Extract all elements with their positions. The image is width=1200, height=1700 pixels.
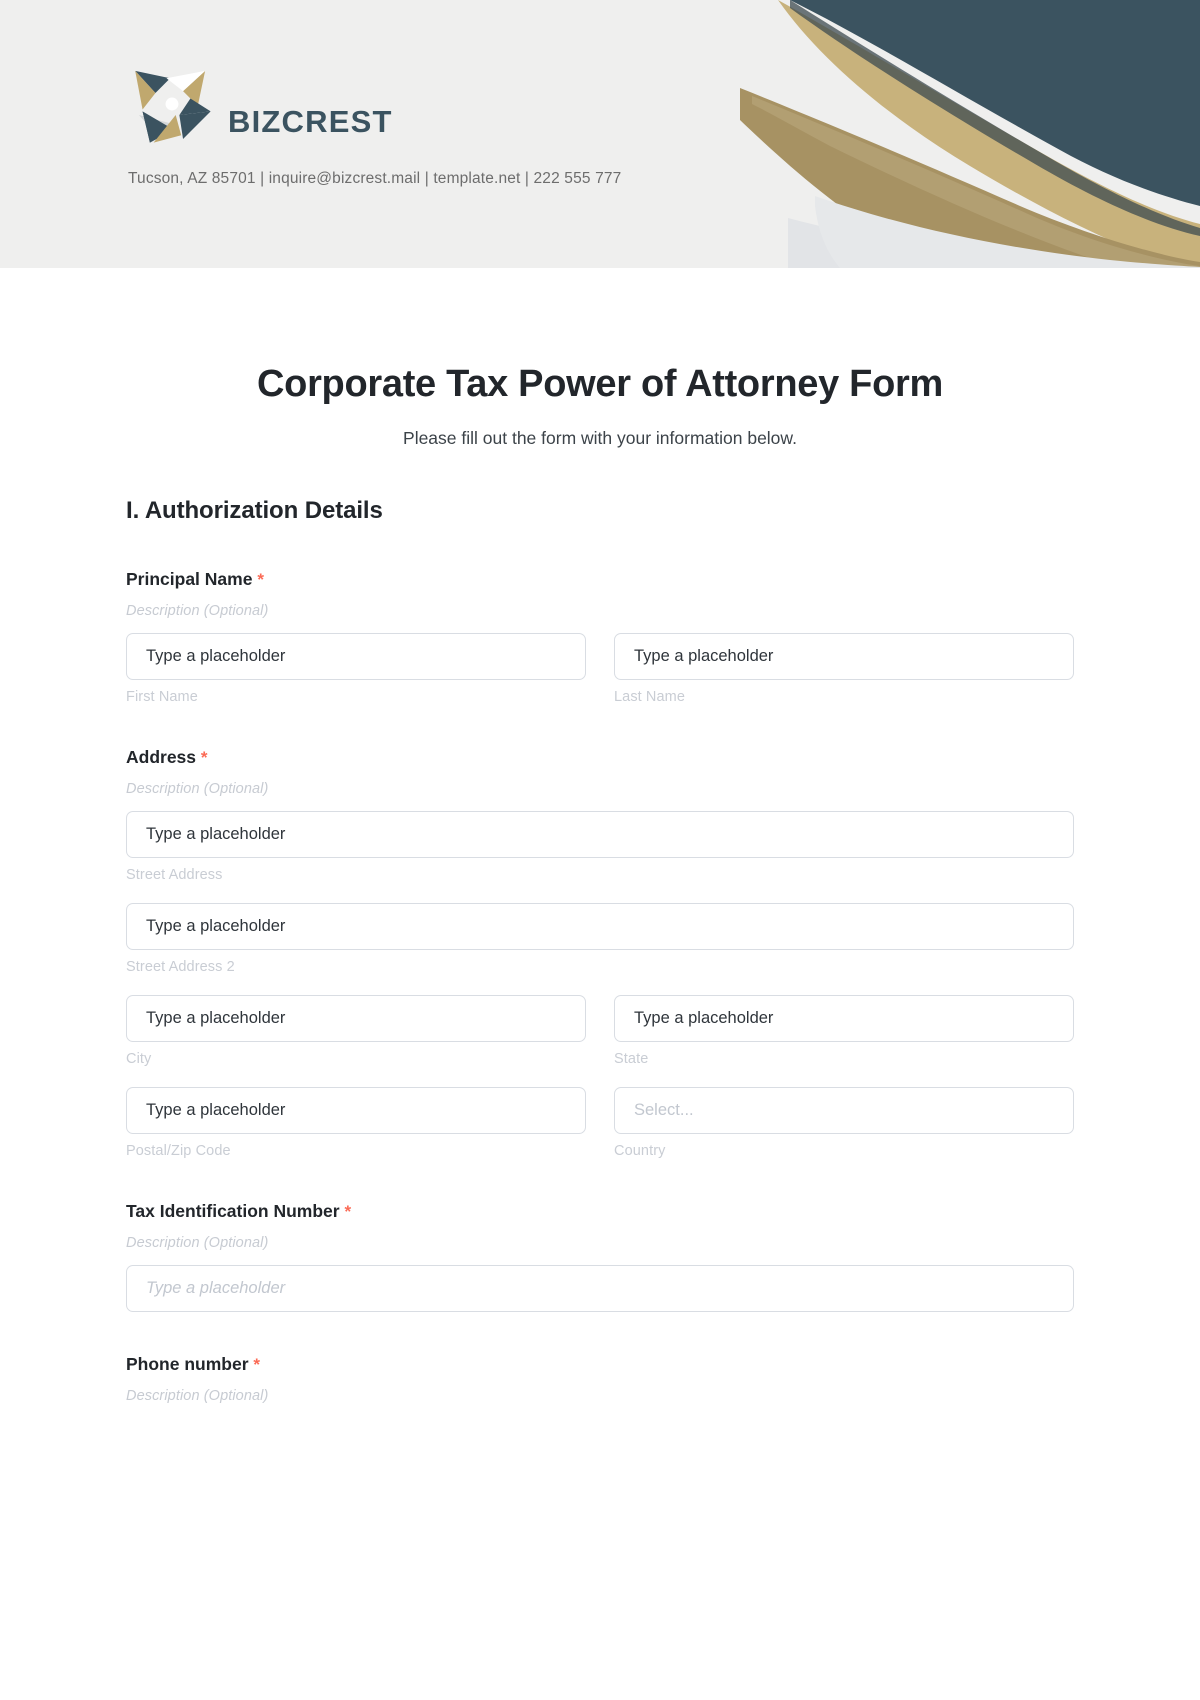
page-subtitle: Please fill out the form with your infor… — [403, 428, 797, 448]
form-content: Corporate Tax Power of Attorney Form Ple… — [0, 363, 1200, 1404]
input-col-postal-zip: Type a placeholder Postal/Zip Code — [126, 1087, 586, 1159]
input-row-city-state: Type a placeholder City Type a placehold… — [126, 995, 1074, 1067]
header-contact-line: Tucson, AZ 85701 | inquire@bizcrest.mail… — [128, 170, 622, 187]
field-label-text: Tax Identification Number — [126, 1201, 340, 1221]
field-label-phone-number: Phone number * — [126, 1354, 1074, 1375]
field-description-tax-identification-number: Description (Optional) — [126, 1235, 269, 1251]
brand-lockup: BIZCREST — [126, 58, 393, 150]
street-address-input[interactable]: Type a placeholder — [126, 811, 1074, 858]
page-header: BIZCREST Tucson, AZ 85701 | inquire@bizc… — [0, 0, 1200, 268]
bizcrest-pinwheel-logo-icon — [135, 70, 211, 143]
field-group-address: Address * Description (Optional) Type a … — [126, 747, 1074, 1159]
field-label-text: Address — [126, 747, 197, 767]
input-row: Type a placeholder First Name Type a pla… — [126, 633, 1074, 705]
field-group-principal-name: Principal Name * Description (Optional) … — [126, 569, 1074, 705]
city-input[interactable]: Type a placeholder — [126, 995, 586, 1042]
first-name-input[interactable]: Type a placeholder — [126, 633, 586, 680]
header-wave-graphic — [740, 0, 1200, 268]
sub-label-street-address-2: Street Address 2 — [126, 959, 235, 975]
field-description-phone-number: Description (Optional) — [126, 1388, 269, 1404]
field-label-tax-identification-number: Tax Identification Number * — [126, 1201, 1074, 1222]
sub-label-first-name: First Name — [126, 689, 198, 705]
sub-label-postal-zip-code: Postal/Zip Code — [126, 1143, 231, 1159]
input-col-city: Type a placeholder City — [126, 995, 586, 1067]
field-group-phone-number: Phone number * Description (Optional) — [126, 1354, 1074, 1404]
field-description-principal-name: Description (Optional) — [126, 603, 269, 619]
input-col-street-address-2: Type a placeholder Street Address 2 — [126, 903, 1074, 975]
sub-label-state: State — [614, 1051, 649, 1067]
required-asterisk-icon: * — [344, 1202, 352, 1221]
section-heading-authorization-details: I. Authorization Details — [126, 497, 383, 524]
input-row-postal-country: Type a placeholder Postal/Zip Code Selec… — [126, 1087, 1074, 1159]
field-label-text: Principal Name — [126, 569, 253, 589]
postal-zip-code-input[interactable]: Type a placeholder — [126, 1087, 586, 1134]
input-col-tax-identification-number: Type a placeholder — [126, 1265, 1074, 1312]
street-address-2-input[interactable]: Type a placeholder — [126, 903, 1074, 950]
required-asterisk-icon: * — [257, 570, 264, 589]
tax-identification-number-input[interactable]: Type a placeholder — [126, 1265, 1074, 1312]
input-col-first-name: Type a placeholder First Name — [126, 633, 586, 705]
input-col-state: Type a placeholder State — [614, 995, 1074, 1067]
country-select[interactable]: Select... — [614, 1087, 1074, 1134]
field-label-principal-name: Principal Name * — [126, 569, 1074, 590]
input-col-street-address: Type a placeholder Street Address — [126, 811, 1074, 883]
brand-name: BIZCREST — [228, 104, 393, 139]
field-description-address: Description (Optional) — [126, 781, 269, 797]
required-asterisk-icon: * — [253, 1355, 261, 1374]
state-input[interactable]: Type a placeholder — [614, 995, 1074, 1042]
field-label-text: Phone number — [126, 1354, 249, 1374]
last-name-input[interactable]: Type a placeholder — [614, 633, 1074, 680]
required-asterisk-icon: * — [200, 748, 208, 767]
page-title: Corporate Tax Power of Attorney Form — [257, 363, 943, 405]
form-page: BIZCREST Tucson, AZ 85701 | inquire@bizc… — [0, 0, 1200, 1700]
sub-label-city: City — [126, 1051, 152, 1067]
field-label-address: Address * — [126, 747, 1074, 768]
sub-label-country: Country — [614, 1143, 666, 1159]
input-col-last-name: Type a placeholder Last Name — [614, 633, 1074, 705]
field-group-tax-identification-number: Tax Identification Number * Description … — [126, 1201, 1074, 1312]
input-col-country: Select... Country — [614, 1087, 1074, 1159]
sub-label-last-name: Last Name — [614, 689, 686, 705]
sub-label-street-address: Street Address — [126, 867, 223, 883]
